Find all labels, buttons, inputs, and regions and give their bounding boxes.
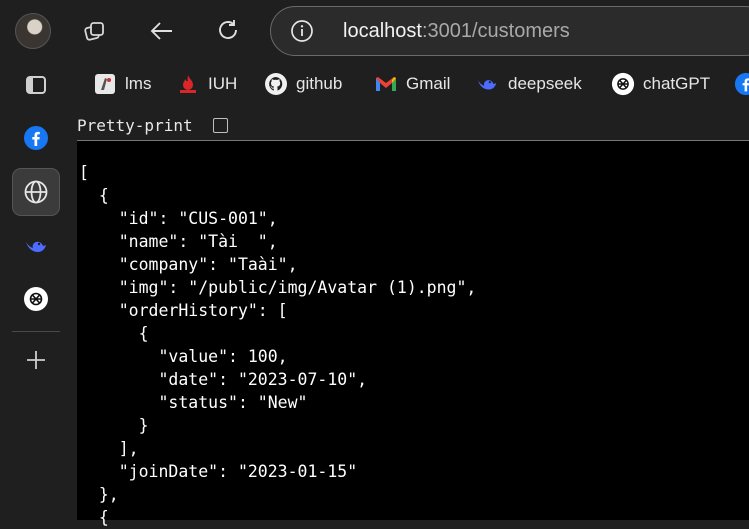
json-line: "company": "Taài", bbox=[79, 255, 298, 274]
bookmark-label: lms bbox=[125, 74, 152, 93]
json-line: "value": 100, bbox=[79, 347, 288, 366]
json-line: "status": "New" bbox=[79, 393, 308, 412]
back-arrow-icon[interactable] bbox=[142, 11, 182, 51]
json-line: }, bbox=[79, 485, 119, 504]
json-line: "name": "Tài ", bbox=[79, 232, 278, 251]
chatgpt-icon bbox=[611, 72, 635, 96]
deepseek-tab-icon[interactable] bbox=[12, 222, 60, 270]
json-line: "date": "2023-07-10", bbox=[79, 370, 368, 389]
bookmark-label: Gmail bbox=[406, 74, 451, 93]
url-host: localhost bbox=[343, 20, 422, 42]
bookmark-chatgpt[interactable]: chatGPT bbox=[611, 71, 710, 97]
json-line: "joinDate": "2023-01-15" bbox=[79, 462, 358, 481]
sidebar-divider bbox=[12, 331, 60, 332]
facebook-icon bbox=[734, 72, 749, 96]
deepseek-icon bbox=[476, 72, 500, 96]
bookmark-label: github bbox=[296, 74, 343, 93]
address-bar[interactable]: localhost:3001/customers bbox=[270, 6, 749, 56]
json-line: } bbox=[79, 416, 149, 435]
iuh-icon bbox=[176, 72, 200, 96]
bookmark-lms[interactable]: lms bbox=[93, 71, 151, 97]
bookmark-label: IUH bbox=[208, 74, 238, 93]
browser-toolbar: localhost:3001/customers bbox=[72, 0, 749, 62]
bookmark-label: deepseek bbox=[508, 74, 582, 93]
bookmark-facebook-partial[interactable] bbox=[734, 71, 749, 97]
bookmark-iuh[interactable]: IUH bbox=[176, 71, 237, 97]
bookmark-gmail[interactable]: Gmail bbox=[374, 71, 450, 97]
bookmark-label: chatGPT bbox=[643, 74, 711, 93]
pretty-print-label: Pretty-print bbox=[77, 116, 193, 135]
profile-avatar[interactable] bbox=[15, 13, 51, 49]
url-text[interactable]: localhost:3001/customers bbox=[343, 20, 570, 43]
json-line: "id": "CUS-001", bbox=[79, 209, 278, 228]
refresh-icon[interactable] bbox=[208, 11, 248, 51]
bookmark-github[interactable]: github bbox=[264, 71, 342, 97]
json-line: { bbox=[79, 508, 109, 527]
gmail-icon bbox=[374, 72, 398, 96]
pretty-print-bar: Pretty-print bbox=[77, 112, 749, 141]
bookmarks-bar: lms IUH github Gmail deepseek chatGPT bbox=[72, 62, 749, 106]
github-icon bbox=[264, 72, 288, 96]
json-line: { bbox=[79, 324, 149, 343]
json-line: ], bbox=[79, 439, 139, 458]
url-path: :3001/customers bbox=[421, 20, 570, 42]
facebook-tab-icon[interactable] bbox=[12, 114, 60, 162]
lms-icon bbox=[93, 72, 117, 96]
json-viewer: [ { "id": "CUS-001", "name": "Tài ", "co… bbox=[77, 141, 749, 527]
json-line: [ bbox=[79, 163, 89, 182]
globe-tab-icon[interactable] bbox=[12, 168, 60, 216]
bookmark-deepseek[interactable]: deepseek bbox=[476, 71, 582, 97]
json-text: [ { "id": "CUS-001", "name": "Tài ", "co… bbox=[79, 161, 476, 529]
site-info-icon[interactable] bbox=[289, 18, 315, 44]
json-line: "img": "/public/img/Avatar (1).png", bbox=[79, 278, 477, 297]
chatgpt-tab-icon[interactable] bbox=[12, 275, 60, 323]
vertical-tab-sidebar bbox=[0, 0, 72, 520]
pretty-print-checkbox[interactable] bbox=[213, 118, 228, 133]
json-line: "orderHistory": [ bbox=[79, 301, 288, 320]
add-tab-icon[interactable] bbox=[12, 336, 60, 384]
json-line: { bbox=[79, 186, 109, 205]
tab-actions-icon[interactable] bbox=[74, 11, 114, 51]
workspaces-icon[interactable] bbox=[12, 61, 60, 109]
